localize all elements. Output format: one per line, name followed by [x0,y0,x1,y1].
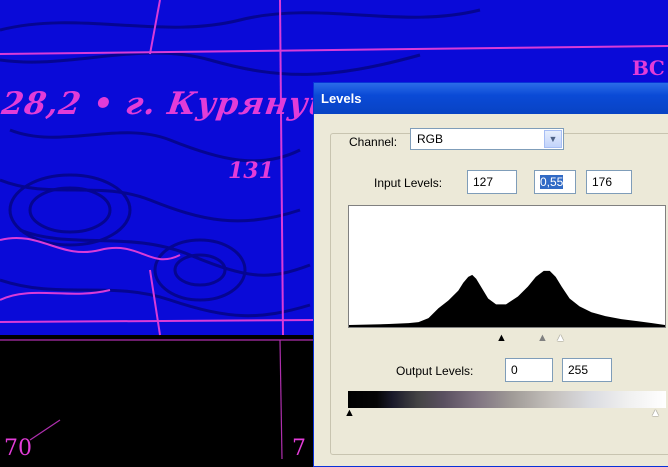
output-levels-label: Output Levels: [396,364,474,378]
map-number-label: 131 [228,158,274,184]
black-point-slider-icon[interactable]: ▲ [496,333,507,344]
input-black-field[interactable]: 127 [467,170,517,194]
output-gradient-bar [348,391,666,408]
input-white-field[interactable]: 176 [586,170,632,194]
output-black-slider-icon[interactable]: ▲ [344,408,355,419]
histogram [348,205,666,328]
channel-value: RGB [417,132,444,146]
channel-label: Channel: [349,135,398,149]
map-grid-number: 70 [4,436,32,461]
channel-select[interactable]: RGB ▼ [410,128,564,150]
map-corner-label: ВС [632,56,665,80]
map-place-label: 28,2 • г. Курянуй [0,86,335,122]
input-levels-label: Input Levels: [374,176,443,190]
levels-dialog: Levels Channel: RGB ▼ Input Levels: 127 … [313,82,668,467]
output-white-field[interactable]: 255 [562,358,612,382]
output-black-field[interactable]: 0 [505,358,553,382]
map-grid-number-2: 7 [292,436,306,461]
input-gamma-field[interactable]: 0,55 [534,170,576,194]
white-point-slider-icon[interactable]: ▲ [555,333,566,344]
output-white-slider-icon[interactable]: ▲ [650,408,661,419]
dropdown-arrow-icon[interactable]: ▼ [544,130,562,148]
gamma-slider-icon[interactable]: ▲ [537,333,548,344]
histogram-shape [349,270,665,327]
input-gamma-value: 0,55 [540,175,564,189]
dialog-title[interactable]: Levels [314,83,668,114]
